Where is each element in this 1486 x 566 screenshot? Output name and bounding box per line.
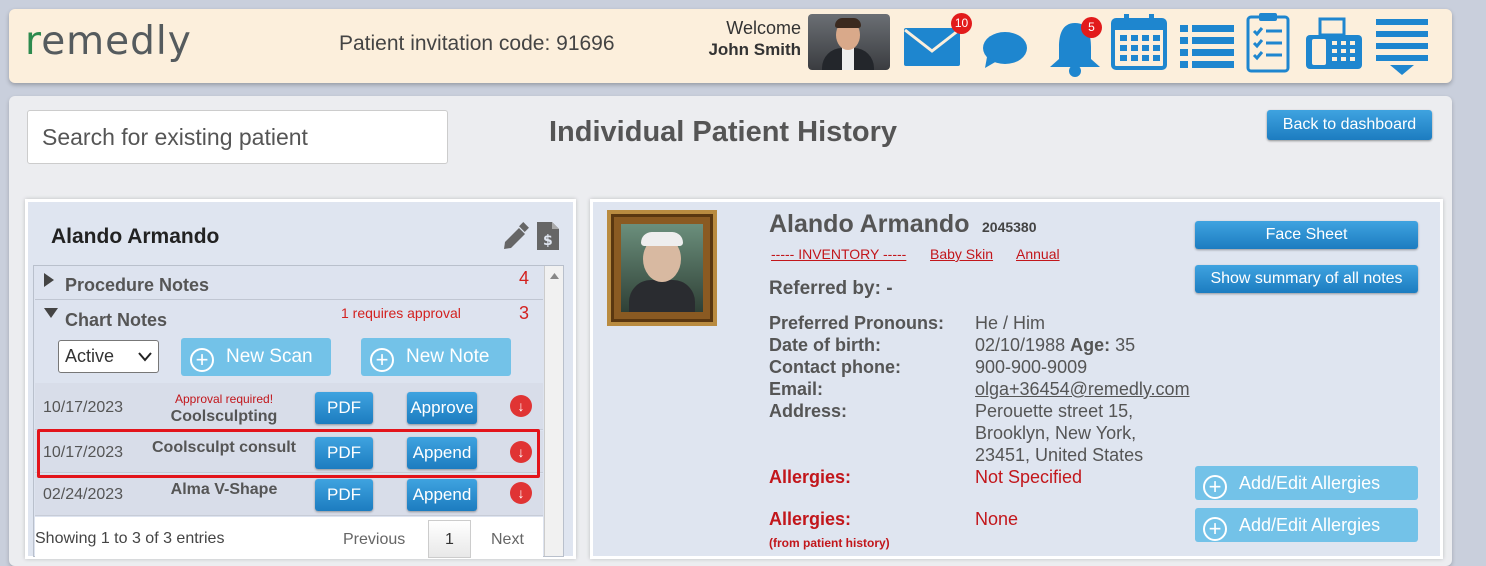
dob-label: Date of birth: — [769, 335, 881, 355]
approval-status: 1 requires approval — [341, 305, 461, 321]
plus-circle-icon: + — [1203, 517, 1227, 541]
new-scan-label: New Scan — [226, 346, 313, 367]
age-label: Age: — [1070, 335, 1111, 355]
mail-icon[interactable] — [903, 27, 961, 67]
history-allergies-label: Allergies: — [769, 509, 852, 529]
notification-count-badge: 5 — [1081, 17, 1102, 38]
plus-circle-icon: + — [190, 348, 214, 372]
email-link[interactable]: olga+36454@remedly.com — [975, 378, 1190, 400]
note-date: 10/17/2023 — [43, 399, 124, 416]
patient-name: Alando Armando — [51, 225, 220, 248]
plus-circle-icon: + — [1203, 475, 1227, 499]
address-label: Address: — [769, 401, 848, 421]
logo[interactable]: remedly — [25, 19, 192, 64]
table-row[interactable]: 02/24/2023 Alma V-Shape PDF Append ↓ — [35, 474, 543, 516]
user-name[interactable]: John Smith — [689, 39, 801, 60]
patient-full-name: Alando Armando — [769, 210, 970, 238]
svg-text:$: $ — [543, 233, 553, 249]
phone-label: Contact phone: — [769, 357, 901, 377]
chat-icon[interactable] — [981, 31, 1029, 69]
history-allergies-sublabel: (from patient history) — [769, 536, 890, 550]
patient-id: 2045380 — [982, 219, 1037, 235]
show-summary-button[interactable]: Show summary of all notes — [1195, 265, 1418, 293]
note-date: 02/24/2023 — [43, 486, 124, 503]
add-edit-allergies-label: Add/Edit Allergies — [1239, 515, 1381, 535]
age-value: 35 — [1115, 335, 1136, 355]
allergies-value: Not Specified — [975, 467, 1083, 487]
pronouns-label: Preferred Pronouns: — [769, 313, 945, 333]
approval-required-flag: Approval required! — [174, 392, 274, 406]
chevron-down-icon — [138, 352, 152, 362]
allergies-label: Allergies: — [769, 467, 852, 487]
mail-count-badge: 10 — [951, 13, 972, 34]
entries-info: Showing 1 to 3 of 3 entries — [35, 530, 225, 547]
chart-notes-count: 3 — [518, 303, 529, 323]
add-edit-allergies-button[interactable]: + Add/Edit Allergies — [1195, 466, 1418, 500]
procedure-notes-label: Procedure Notes — [65, 275, 210, 295]
plus-circle-icon: + — [370, 348, 394, 372]
caret-down-icon — [44, 308, 58, 318]
chart-notes-label: Chart Notes — [65, 310, 168, 330]
expand-down-icon[interactable]: ↓ — [510, 482, 532, 504]
caret-right-icon — [44, 273, 54, 287]
highlight-box — [37, 429, 540, 478]
address-line-2: Brooklyn, New York, — [975, 423, 1137, 443]
note-title[interactable]: Alma V-Shape — [139, 481, 309, 499]
address-line-3: 23451, United States — [975, 445, 1144, 465]
invitation-code: Patient invitation code: 91696 — [339, 32, 615, 55]
welcome-label: Welcome — [726, 18, 801, 38]
face-sheet-button[interactable]: Face Sheet — [1195, 221, 1418, 249]
top-bar: remedly Patient invitation code: 91696 W… — [9, 9, 1452, 83]
pdf-button[interactable]: PDF — [315, 479, 373, 511]
approve-button[interactable]: Approve — [407, 392, 477, 424]
dob-date: 02/10/1988 — [975, 335, 1066, 355]
chart-notes-section[interactable]: Chart Notes 3 — [35, 301, 543, 333]
referred-by: Referred by: - — [769, 278, 893, 299]
address-line-1: Perouette street 15, — [975, 401, 1134, 421]
new-note-label: New Note — [406, 346, 490, 367]
menu-icon[interactable] — [1374, 17, 1430, 77]
pronouns-value: He / Him — [975, 313, 1046, 333]
procedure-notes-count: 4 — [518, 268, 529, 288]
status-filter-value: Active — [65, 346, 115, 366]
next-page-button[interactable]: Next — [491, 531, 524, 549]
expand-down-icon[interactable]: ↓ — [510, 395, 532, 417]
history-allergies-value: None — [975, 509, 1019, 529]
table-row[interactable]: 10/17/2023 Approval required! Coolsculpt… — [35, 383, 543, 430]
back-to-dashboard-button[interactable]: Back to dashboard — [1267, 110, 1432, 140]
list-icon[interactable] — [1180, 23, 1234, 69]
tag-inventory[interactable]: ----- INVENTORY ----- — [771, 246, 906, 262]
search-input[interactable]: Search for existing patient — [27, 110, 448, 164]
status-filter-select[interactable]: Active — [58, 340, 159, 373]
welcome-block: Welcome John Smith — [689, 18, 801, 60]
pdf-button[interactable]: PDF — [315, 392, 373, 424]
email-label: Email: — [769, 379, 824, 399]
notes-scrollbar[interactable] — [544, 266, 563, 556]
tag-baby-skin[interactable]: Baby Skin — [930, 246, 993, 262]
procedure-notes-section[interactable]: Procedure Notes 4 — [35, 268, 543, 300]
avatar[interactable] — [808, 14, 890, 70]
add-edit-allergies-label: Add/Edit Allergies — [1239, 473, 1381, 493]
note-title[interactable]: Coolsculpting — [139, 408, 309, 426]
patient-photo — [607, 210, 717, 326]
append-button[interactable]: Append — [407, 479, 477, 511]
previous-page-button[interactable]: Previous — [343, 531, 405, 549]
phone-value: 900-900-9009 — [975, 357, 1088, 377]
calendar-icon[interactable] — [1111, 12, 1167, 70]
dob-value: 02/10/1988 Age: 35 — [975, 334, 1135, 356]
add-edit-history-allergies-button[interactable]: + Add/Edit Allergies — [1195, 508, 1418, 542]
new-note-button[interactable]: + New Note — [361, 338, 511, 376]
billing-document-icon[interactable]: $ — [535, 220, 561, 252]
page-title: Individual Patient History — [549, 116, 898, 148]
checklist-icon[interactable] — [1245, 11, 1291, 73]
edit-pencil-icon[interactable] — [501, 222, 529, 250]
new-scan-button[interactable]: + New Scan — [181, 338, 331, 376]
fax-icon[interactable] — [1304, 17, 1364, 71]
tag-annual[interactable]: Annual — [1016, 246, 1060, 262]
page-number-button[interactable]: 1 — [428, 520, 471, 558]
